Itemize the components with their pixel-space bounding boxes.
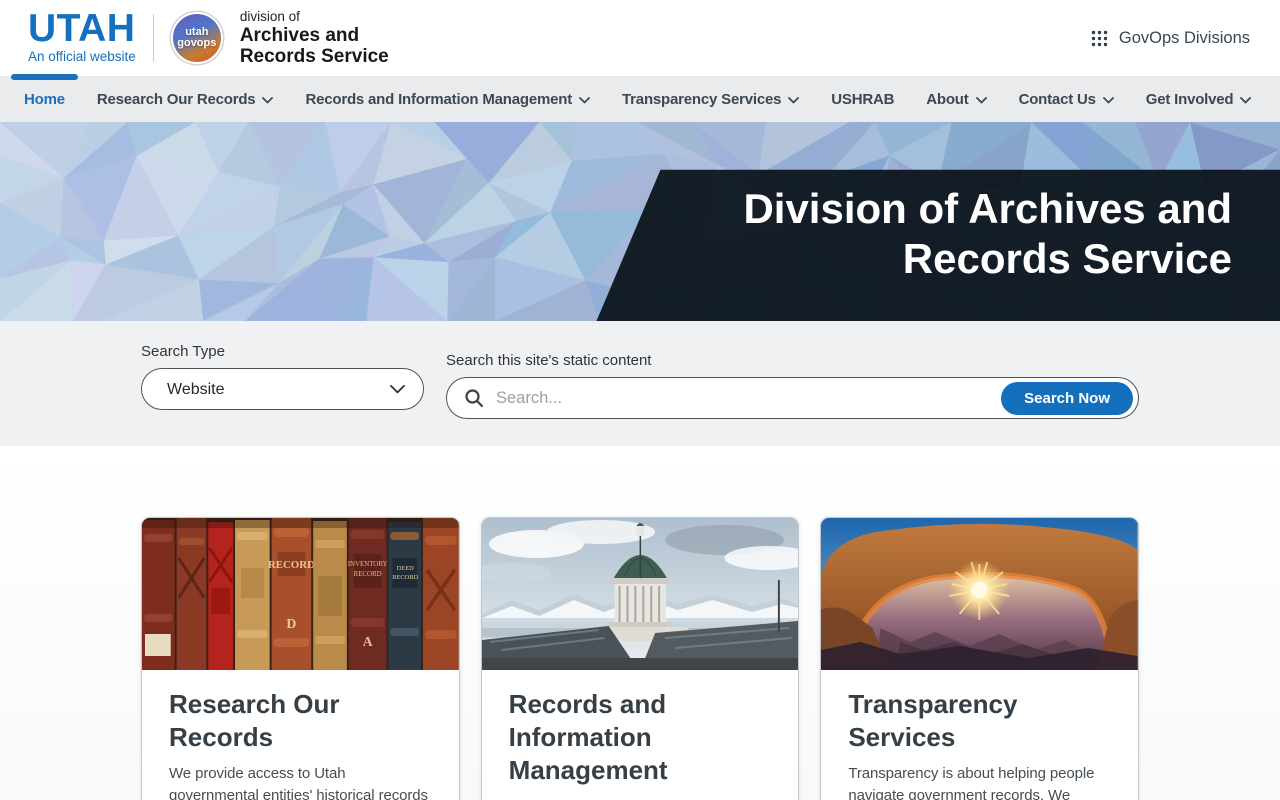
search-content-label: Search this site's static content bbox=[446, 352, 652, 369]
card-title: Records and Information Management bbox=[508, 689, 668, 786]
nav-item-home[interactable]: Home bbox=[8, 74, 81, 122]
svg-text:A: A bbox=[363, 635, 373, 650]
card-description: Transparency is about helping people nav… bbox=[848, 765, 1095, 800]
svg-text:RECORD: RECORD bbox=[354, 570, 382, 578]
search-type-label: Search Type bbox=[141, 343, 225, 360]
svg-text:RECORD: RECORD bbox=[392, 574, 418, 581]
hero-banner: Division of Archives and Records Service bbox=[0, 122, 1280, 321]
svg-text:D: D bbox=[286, 617, 296, 632]
card-description: We assist Utah government entities to bbox=[509, 796, 772, 800]
card-transparency-services[interactable]: Transparency Services Transparency is ab… bbox=[820, 517, 1140, 800]
nav-item-ushrab[interactable]: USHRAB bbox=[815, 76, 910, 122]
svg-text:RECORD: RECORD bbox=[268, 559, 315, 571]
card-research-our-records[interactable]: RECORD D INVENTORY RECORD A DEED RECORD … bbox=[141, 517, 460, 800]
search-now-button[interactable]: Search Now bbox=[1001, 381, 1133, 415]
card-title: Research Our Records bbox=[169, 689, 340, 753]
search-bar: Search Now bbox=[446, 377, 1139, 419]
chevron-down-icon bbox=[579, 96, 590, 104]
nav-item-contact-us[interactable]: Contact Us bbox=[1003, 76, 1130, 122]
nav-item-records-and-information-management[interactable]: Records and Information Management bbox=[289, 76, 606, 122]
search-type-select-wrap: Website bbox=[141, 368, 424, 410]
main-nav: Home Research Our Records Records and In… bbox=[0, 74, 1280, 122]
header-divider bbox=[152, 13, 154, 62]
utah-wordmark: UTAH bbox=[28, 6, 136, 50]
search-type-select[interactable]: Website bbox=[141, 368, 424, 410]
chevron-down-icon bbox=[1240, 96, 1252, 104]
govops-logo-text: govops bbox=[177, 36, 217, 49]
govops-logo-icon[interactable]: utah govops bbox=[170, 11, 223, 64]
svg-text:DEED: DEED bbox=[397, 565, 414, 572]
govops-divisions-button[interactable]: GovOps Divisions bbox=[1091, 29, 1250, 48]
card-title: Transparency Services bbox=[848, 689, 1018, 753]
feature-cards-section: RECORD D INVENTORY RECORD A DEED RECORD … bbox=[0, 446, 1280, 800]
site-header: UTAH An official website utah govops div… bbox=[0, 0, 1280, 76]
antique-record-books-image: RECORD D INVENTORY RECORD A DEED RECORD bbox=[142, 518, 459, 670]
mesa-arch-sunrise-image bbox=[821, 518, 1139, 670]
division-name-line1: Archives and bbox=[239, 24, 360, 46]
search-input[interactable] bbox=[496, 388, 1002, 408]
brand-group: UTAH An official website utah govops div… bbox=[28, 9, 389, 68]
nav-item-about[interactable]: About bbox=[910, 76, 1002, 122]
chevron-down-icon bbox=[262, 96, 274, 104]
svg-text:INVENTORY: INVENTORY bbox=[348, 560, 388, 568]
division-name-line2: Records Service bbox=[239, 46, 389, 68]
division-prefix: division of bbox=[239, 8, 300, 24]
nav-item-transparency-services[interactable]: Transparency Services bbox=[606, 76, 815, 122]
card-records-information-management[interactable]: Records and Information Management We as… bbox=[480, 517, 800, 800]
utah-state-capitol-image bbox=[481, 518, 799, 670]
nav-item-research-our-records[interactable]: Research Our Records bbox=[81, 76, 290, 122]
chevron-down-icon bbox=[975, 96, 987, 104]
page-title: Division of Archives and Records Service bbox=[743, 185, 1232, 282]
chevron-down-icon bbox=[788, 96, 800, 104]
division-lockup[interactable]: division of Archives and Records Service bbox=[240, 9, 389, 68]
nav-item-get-involved[interactable]: Get Involved bbox=[1130, 76, 1268, 122]
apps-grid-icon bbox=[1091, 30, 1108, 46]
search-section: Search Type Website Search this site's s… bbox=[0, 321, 1280, 446]
card-description: We provide access to Utah governmental e… bbox=[169, 765, 428, 800]
search-icon bbox=[464, 388, 484, 408]
official-website-text: An official website bbox=[28, 49, 136, 65]
govops-divisions-label: GovOps Divisions bbox=[1118, 28, 1250, 47]
chevron-down-icon bbox=[1102, 96, 1114, 104]
utah-logo[interactable]: UTAH An official website bbox=[28, 6, 136, 65]
